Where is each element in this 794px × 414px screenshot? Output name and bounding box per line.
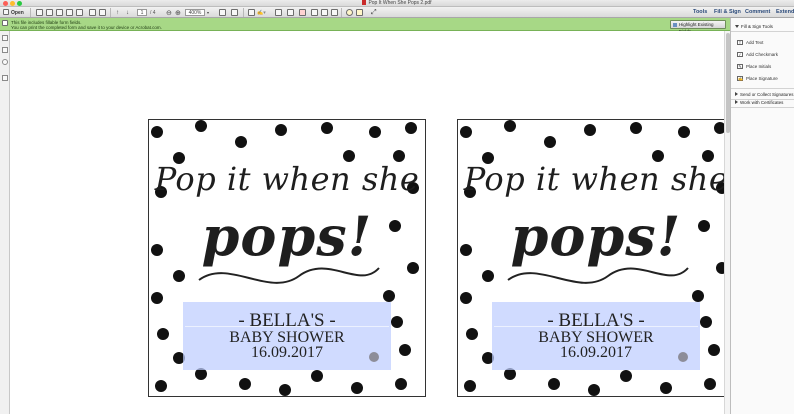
navigation-rail: [0, 31, 10, 414]
zoom-in-icon[interactable]: ⊕: [175, 9, 181, 17]
search-icon[interactable]: [321, 9, 328, 16]
event-date-text[interactable]: 16.09.2017: [492, 344, 700, 362]
page-total: / 4: [150, 9, 156, 16]
field-handle-icon: [678, 352, 688, 362]
main-toolbar: Open ↑ ↓ 1 / 4 ⊖ ⊕ 400% ▾ ✍▾ ⤢ Tools Fil…: [0, 7, 794, 18]
place-initials-button[interactable]: ✎ Place Initials: [737, 64, 771, 69]
event-date-text[interactable]: 16.09.2017: [183, 344, 391, 362]
checkmark-icon: ✓: [737, 52, 743, 57]
fit-page-icon[interactable]: [219, 9, 226, 16]
window-titlebar: Pop It When She Pops 2.pdf: [0, 0, 794, 7]
heading-pop-it-when-she: Pop it when she: [463, 160, 724, 198]
print-icon[interactable]: [89, 9, 96, 16]
expand-icon[interactable]: ⤢: [371, 9, 377, 16]
zoom-level-input[interactable]: 400%: [185, 9, 205, 16]
attachments-icon[interactable]: [2, 75, 8, 81]
disclosure-down-icon: [735, 25, 739, 28]
scan-icon[interactable]: [99, 9, 106, 16]
heading-pops: pops!: [201, 204, 373, 268]
copy-icon[interactable]: [311, 9, 318, 16]
disclosure-right-icon: [735, 100, 738, 104]
pdf-page-1: Pop it when she pops! - BELLA'S - BABY S…: [148, 119, 426, 397]
highlight-icon: [673, 23, 677, 27]
flourish-swash: [198, 267, 380, 284]
zoom-dropdown-icon[interactable]: ▾: [207, 9, 209, 16]
document-view[interactable]: Pop it when she pops! - BELLA'S - BABY S…: [11, 31, 724, 414]
fill-sign-panel: Fill & Sign Tools T Add Text ✓ Add Checkma…: [730, 18, 794, 414]
form-text-field[interactable]: - BELLA'S - BABY SHOWER 16.09.2017: [183, 302, 391, 370]
fill-sign-tools-header[interactable]: Fill & Sign Tools: [735, 24, 773, 29]
sign-tool-icon[interactable]: ✍▾: [257, 9, 266, 16]
tab-tools[interactable]: Tools: [689, 7, 711, 18]
pdf-file-icon: [362, 0, 367, 5]
field-handle-icon: [369, 352, 379, 362]
folder-icon[interactable]: [3, 9, 9, 15]
create-icon[interactable]: [36, 9, 43, 16]
select-tool-icon[interactable]: [248, 9, 255, 16]
form-notice-bar: This file includes fillable form fields.…: [0, 18, 730, 34]
next-page-icon[interactable]: ↓: [126, 9, 129, 16]
form-text-field[interactable]: - BELLA'S - BABY SHOWER 16.09.2017: [492, 302, 700, 370]
open-button[interactable]: Open: [11, 9, 24, 16]
signature-icon: ✍: [737, 76, 743, 81]
form-icon: [2, 20, 8, 26]
sticker-icon[interactable]: [356, 9, 363, 16]
bookmarks-icon[interactable]: [2, 47, 8, 53]
highlight-fields-button[interactable]: Highlight Existing Fields: [670, 20, 726, 34]
page-number-input[interactable]: 1: [137, 9, 147, 16]
fit-width-icon[interactable]: [231, 9, 238, 16]
heading-pops: pops!: [510, 204, 682, 268]
tab-fill-sign[interactable]: Fill & Sign: [710, 7, 745, 18]
cloud-icon[interactable]: [76, 9, 83, 16]
print-production-icon[interactable]: [331, 9, 338, 16]
send-collect-signatures-header[interactable]: Send or Collect Signatures: [735, 92, 794, 97]
tab-comment[interactable]: Comment: [741, 7, 774, 18]
pdf-page-2: Pop it when she pops! - BELLA'S - BABY S…: [457, 119, 724, 397]
add-text-button[interactable]: T Add Text: [737, 40, 763, 45]
save-icon[interactable]: [46, 9, 53, 16]
sticky-note-icon[interactable]: [287, 9, 294, 16]
text-icon: T: [737, 40, 743, 45]
share-icon[interactable]: [66, 9, 73, 16]
zoom-out-icon[interactable]: ⊖: [166, 9, 172, 17]
place-signature-button[interactable]: ✍ Place Signature: [737, 76, 778, 81]
initials-icon: ✎: [737, 64, 743, 69]
flourish-swash: [507, 267, 689, 284]
page-thumbnails-icon[interactable]: [2, 35, 8, 41]
delete-icon[interactable]: [299, 9, 306, 16]
work-with-certificates-header[interactable]: Work with Certificates: [735, 100, 783, 105]
window-title-text: Pop It When She Pops 2.pdf: [368, 0, 432, 6]
add-checkmark-button[interactable]: ✓ Add Checkmark: [737, 52, 778, 57]
smiley-icon[interactable]: [346, 9, 353, 16]
disclosure-right-icon: [735, 92, 738, 96]
tab-extended[interactable]: Extende: [772, 7, 794, 18]
signatures-icon[interactable]: [2, 59, 8, 65]
comment-tool-icon[interactable]: [275, 9, 282, 16]
notice-line-2: You can print the completed form and sav…: [11, 25, 162, 30]
heading-pop-it-when-she: Pop it when she: [154, 160, 420, 198]
previous-page-icon[interactable]: ↑: [116, 9, 119, 16]
window-title: Pop It When She Pops 2.pdf: [0, 0, 794, 7]
email-icon[interactable]: [56, 9, 63, 16]
